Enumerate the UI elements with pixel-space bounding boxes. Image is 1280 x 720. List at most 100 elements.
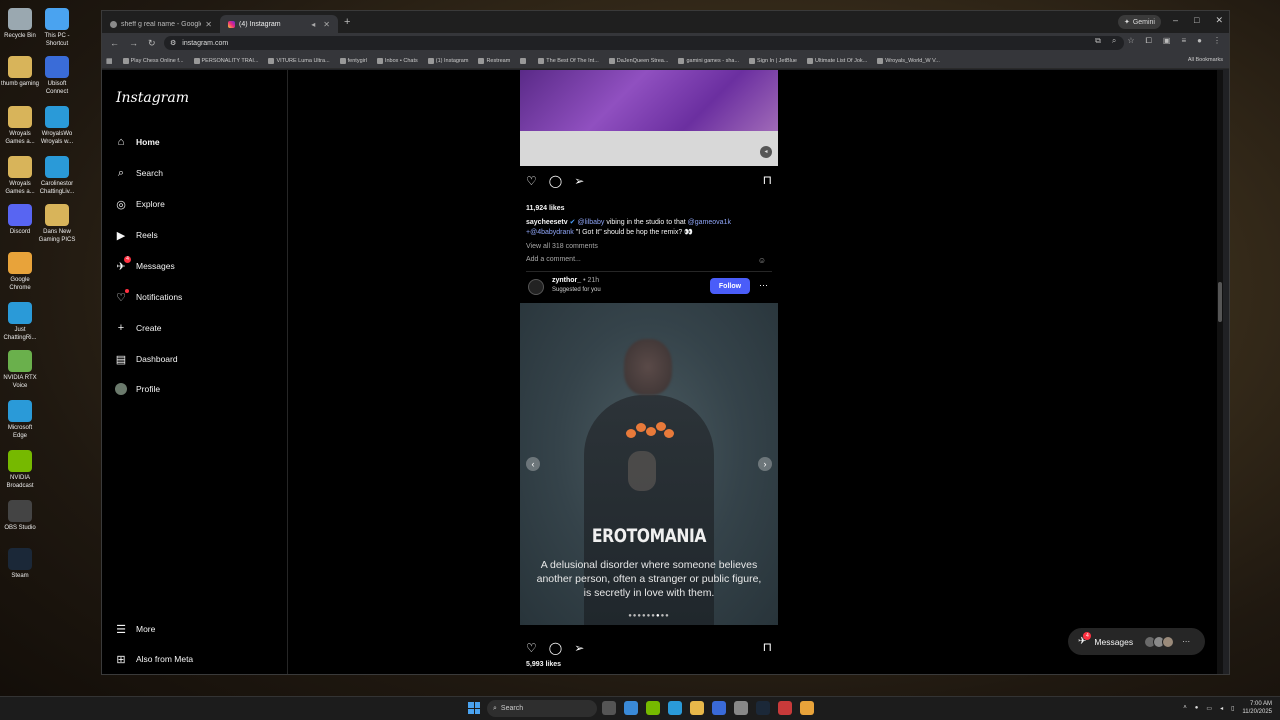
- steam-icon[interactable]: [756, 701, 770, 715]
- sidebar-item-meta[interactable]: ⊞ Also from Meta: [114, 650, 274, 668]
- taskbar-search[interactable]: ⌕ Search: [487, 700, 597, 717]
- caption-mention[interactable]: @gameova1k: [688, 219, 731, 226]
- sidebar-item-more[interactable]: ☰ More: [114, 620, 274, 638]
- sidebar-item-create[interactable]: + Create: [114, 319, 274, 337]
- follow-button[interactable]: Follow: [710, 278, 750, 294]
- post-media[interactable]: ‹ › EROTOMANIA A delusional disorder whe…: [520, 303, 778, 625]
- network-icon[interactable]: ▭: [1206, 705, 1212, 712]
- desktop-icon[interactable]: Recycle Bin: [0, 8, 40, 40]
- previous-icon[interactable]: ‹: [526, 457, 540, 471]
- bookmark-icon[interactable]: ⊓: [763, 173, 772, 187]
- battery-icon[interactable]: ▯: [1231, 705, 1234, 712]
- install-app-icon[interactable]: ⧉: [1095, 36, 1101, 46]
- sidebar-item-home[interactable]: ⌂ Home: [114, 133, 274, 151]
- messages-button[interactable]: ✈ 4 Messages ⋯: [1068, 628, 1205, 655]
- sidebar-item-reels[interactable]: ▶ Reels: [114, 226, 274, 244]
- media-icon[interactable]: ≡: [1181, 36, 1186, 46]
- bookmark-item[interactable]: Ultimate List Of Jok...: [806, 57, 867, 64]
- desktop-icon[interactable]: Google Chrome: [0, 252, 40, 292]
- post-username[interactable]: zynthor_ • 21h: [552, 277, 599, 284]
- chevron-up-icon[interactable]: ˄: [1183, 705, 1187, 711]
- desktop-icon[interactable]: This PC - Shortcut: [37, 8, 77, 48]
- bookmark-item[interactable]: Inbox • Chats: [376, 57, 418, 64]
- desktop-icon[interactable]: Ubisoft Connect: [37, 56, 77, 96]
- emoji-icon[interactable]: ☺: [758, 256, 766, 265]
- next-icon[interactable]: ›: [758, 457, 772, 471]
- share-icon[interactable]: ➢: [574, 641, 584, 655]
- desktop-icon[interactable]: OBS Studio: [0, 500, 40, 532]
- file-explorer-icon[interactable]: [690, 701, 704, 715]
- desktop-icon[interactable]: thumb gaming: [0, 56, 40, 88]
- desktop-icon[interactable]: Just ChattingRi...: [0, 302, 40, 342]
- menu-icon[interactable]: ⋮: [1213, 36, 1221, 46]
- gemini-button[interactable]: ✦ Gemini: [1117, 15, 1161, 29]
- all-bookmarks-button[interactable]: All Bookmarks: [1188, 57, 1223, 63]
- comment-icon[interactable]: ◯: [549, 641, 562, 655]
- bookmark-item[interactable]: Play Chess Online f...: [122, 57, 184, 64]
- more-options-icon[interactable]: ⋯: [759, 280, 768, 291]
- sidebar-item-messages[interactable]: ✈ 4 Messages: [114, 256, 274, 275]
- bookmark-item[interactable]: VITURE Luma Ultra...: [268, 57, 330, 64]
- copilot-icon[interactable]: [624, 701, 638, 715]
- comment-icon[interactable]: ◯: [549, 174, 562, 188]
- profile-icon[interactable]: ●: [1197, 36, 1202, 46]
- star-icon[interactable]: ☆: [1127, 36, 1134, 46]
- instagram-logo[interactable]: Instagram: [116, 90, 189, 106]
- caption-mention[interactable]: @lilbaby: [577, 219, 604, 226]
- mic-icon[interactable]: ●: [1195, 705, 1199, 711]
- like-icon[interactable]: ♡: [526, 174, 537, 188]
- caption-username[interactable]: saycheesetv: [526, 219, 568, 226]
- desktop-icon[interactable]: WroyalsWo Wroyals w...: [37, 106, 77, 146]
- speaker-icon[interactable]: ◂: [311, 20, 315, 29]
- back-icon[interactable]: ←: [110, 38, 119, 48]
- desktop-icon[interactable]: Dans New Gaming PICS: [37, 204, 77, 244]
- desktop-icon[interactable]: Wroyals Games a...: [0, 156, 40, 196]
- username[interactable]: zynthor_: [552, 277, 581, 284]
- maximize-icon[interactable]: □: [1194, 15, 1199, 26]
- bookmark-item[interactable]: [520, 57, 528, 64]
- store-icon[interactable]: [712, 701, 726, 715]
- add-comment-input[interactable]: Add a comment... ☺: [526, 256, 772, 272]
- minimize-icon[interactable]: –: [1173, 15, 1178, 26]
- desktop-icon[interactable]: NVIDIA Broadcast: [0, 450, 40, 490]
- bookmark-item[interactable]: The Best Of The Int...: [538, 57, 599, 64]
- clock[interactable]: 7:00 AM 11/20/2025: [1242, 700, 1272, 716]
- close-window-icon[interactable]: ✕: [1215, 15, 1223, 26]
- start-button[interactable]: [468, 702, 480, 714]
- avatar[interactable]: [528, 279, 544, 295]
- bookmark-item[interactable]: (1) Instagram: [427, 57, 468, 64]
- caption-mention[interactable]: +@4babydrank: [526, 229, 574, 236]
- page-scrollbar[interactable]: [1217, 70, 1223, 674]
- edge-icon[interactable]: [668, 701, 682, 715]
- apps-icon[interactable]: ▦: [106, 57, 113, 65]
- close-tab-icon[interactable]: ✕: [205, 20, 212, 29]
- sidebar-item-notifications[interactable]: ♡ Notifications: [114, 288, 274, 306]
- desktop-icon[interactable]: Steam: [0, 548, 40, 580]
- close-tab-icon[interactable]: ✕: [323, 20, 330, 29]
- tab-instagram[interactable]: (4) Instagram ◂ ✕: [220, 15, 338, 33]
- settings-icon[interactable]: [734, 701, 748, 715]
- desktop-icon[interactable]: NVIDIA RTX Voice: [0, 350, 40, 390]
- bookmark-item[interactable]: DaJenQueen Strea...: [608, 57, 668, 64]
- desktop-icon[interactable]: Microsoft Edge: [0, 400, 40, 440]
- task-view-icon[interactable]: [602, 701, 616, 715]
- bookmark-item[interactable]: PERSONALITY TRAI...: [193, 57, 258, 64]
- tab-google-search[interactable]: sheff g real name - Google Sea... ✕: [102, 15, 220, 33]
- desktop-icon[interactable]: Discord: [0, 204, 40, 236]
- mute-icon[interactable]: ◂: [760, 146, 772, 158]
- sidebar-item-dashboard[interactable]: ▤ Dashboard: [114, 350, 274, 368]
- sidebar-item-explore[interactable]: ◎ Explore: [114, 195, 274, 213]
- bookmark-item[interactable]: Restream: [478, 57, 510, 64]
- like-icon[interactable]: ♡: [526, 641, 537, 655]
- reload-icon[interactable]: ↻: [148, 38, 156, 49]
- post-media[interactable]: [520, 70, 778, 131]
- desktop-icon[interactable]: Carolinestor ChattingLiv...: [37, 156, 77, 196]
- sidepanel-icon[interactable]: ▣: [1163, 36, 1171, 46]
- extensions-icon[interactable]: ⧠: [1146, 36, 1152, 46]
- forward-icon[interactable]: →: [129, 38, 138, 48]
- app-icon[interactable]: [778, 701, 792, 715]
- bookmark-item[interactable]: gamini games - sha...: [678, 57, 739, 64]
- nvidia-icon[interactable]: [646, 701, 660, 715]
- desktop-icon[interactable]: Wroyals Games a...: [0, 106, 40, 146]
- likes-count[interactable]: 5,993 likes: [526, 661, 561, 668]
